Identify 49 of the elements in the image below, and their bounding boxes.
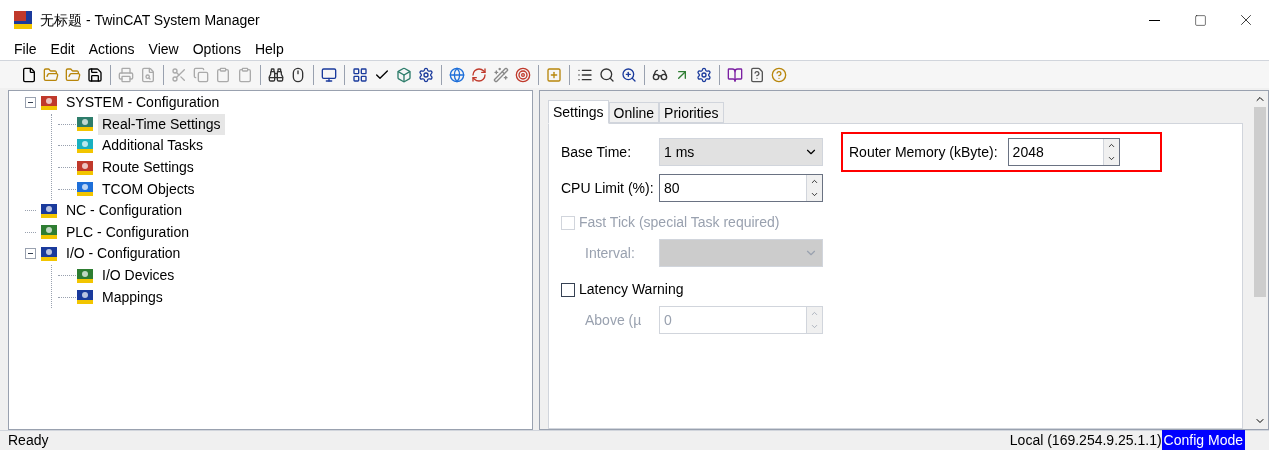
window-title: 无标题 - TwinCAT System Manager: [40, 10, 260, 30]
node-icon: [76, 181, 94, 198]
node-icon: [76, 159, 94, 176]
base-time-dropdown[interactable]: 1 ms: [659, 138, 823, 166]
cpu-limit-field[interactable]: 80: [659, 174, 823, 202]
node-icon: [76, 267, 94, 284]
tab[interactable]: Online: [608, 102, 660, 123]
menu-item[interactable]: Actions: [88, 38, 135, 60]
menu-item[interactable]: Options: [192, 38, 241, 60]
minimize-icon: [1148, 19, 1160, 21]
checkbox-label: Fast Tick (special Task required): [579, 213, 780, 232]
tree-item[interactable]: Real-Time Settings: [98, 113, 225, 135]
collapse-toggle[interactable]: [25, 248, 36, 260]
tab[interactable]: Settings: [548, 100, 609, 124]
node-icon: [40, 94, 58, 111]
checkbox-label: Latency Warning: [579, 280, 684, 299]
tree-item[interactable]: I/O Devices: [98, 265, 179, 287]
connection-status: Local (169.254.9.25.1.1): [1009, 431, 1162, 450]
node-icon: [76, 116, 94, 133]
field-label: Router Memory (kByte):: [849, 142, 998, 162]
node-icon: [40, 202, 58, 219]
tree-item[interactable]: SYSTEM - Configuration: [62, 92, 224, 114]
app-icon: [14, 11, 32, 29]
node-icon: [76, 138, 94, 154]
tree-item[interactable]: Route Settings: [98, 157, 198, 179]
field-label: Interval:: [584, 243, 636, 263]
tree-item[interactable]: Mappings: [98, 286, 167, 308]
tree-item[interactable]: PLC - Configuration: [62, 221, 193, 243]
tree-item[interactable]: NC - Configuration: [62, 200, 186, 222]
tree-item[interactable]: Additional Tasks: [98, 135, 207, 157]
menu-item[interactable]: File: [14, 38, 37, 60]
tree-item[interactable]: I/O - Configuration: [62, 243, 185, 265]
field-label: Base Time:: [561, 142, 633, 162]
node-icon: [40, 224, 58, 241]
collapse-toggle[interactable]: [25, 97, 36, 109]
checkbox[interactable]: [561, 282, 575, 297]
router-memory-field[interactable]: 2048: [1007, 138, 1120, 166]
menu-item[interactable]: Help: [254, 38, 284, 60]
field-label: Above (µ: [584, 310, 643, 330]
tab[interactable]: Priorities: [659, 102, 724, 123]
node-icon: [40, 245, 58, 262]
node-icon: [76, 289, 94, 306]
menu-item[interactable]: View: [148, 38, 179, 60]
field-label: CPU Limit (%):: [561, 178, 655, 198]
tree-item[interactable]: TCOM Objects: [98, 178, 199, 200]
mode-badge: Config Mode: [1161, 430, 1245, 450]
menu-item[interactable]: Edit: [50, 38, 75, 60]
status-text: Ready: [7, 431, 49, 450]
maximize-icon: [1193, 13, 1207, 27]
